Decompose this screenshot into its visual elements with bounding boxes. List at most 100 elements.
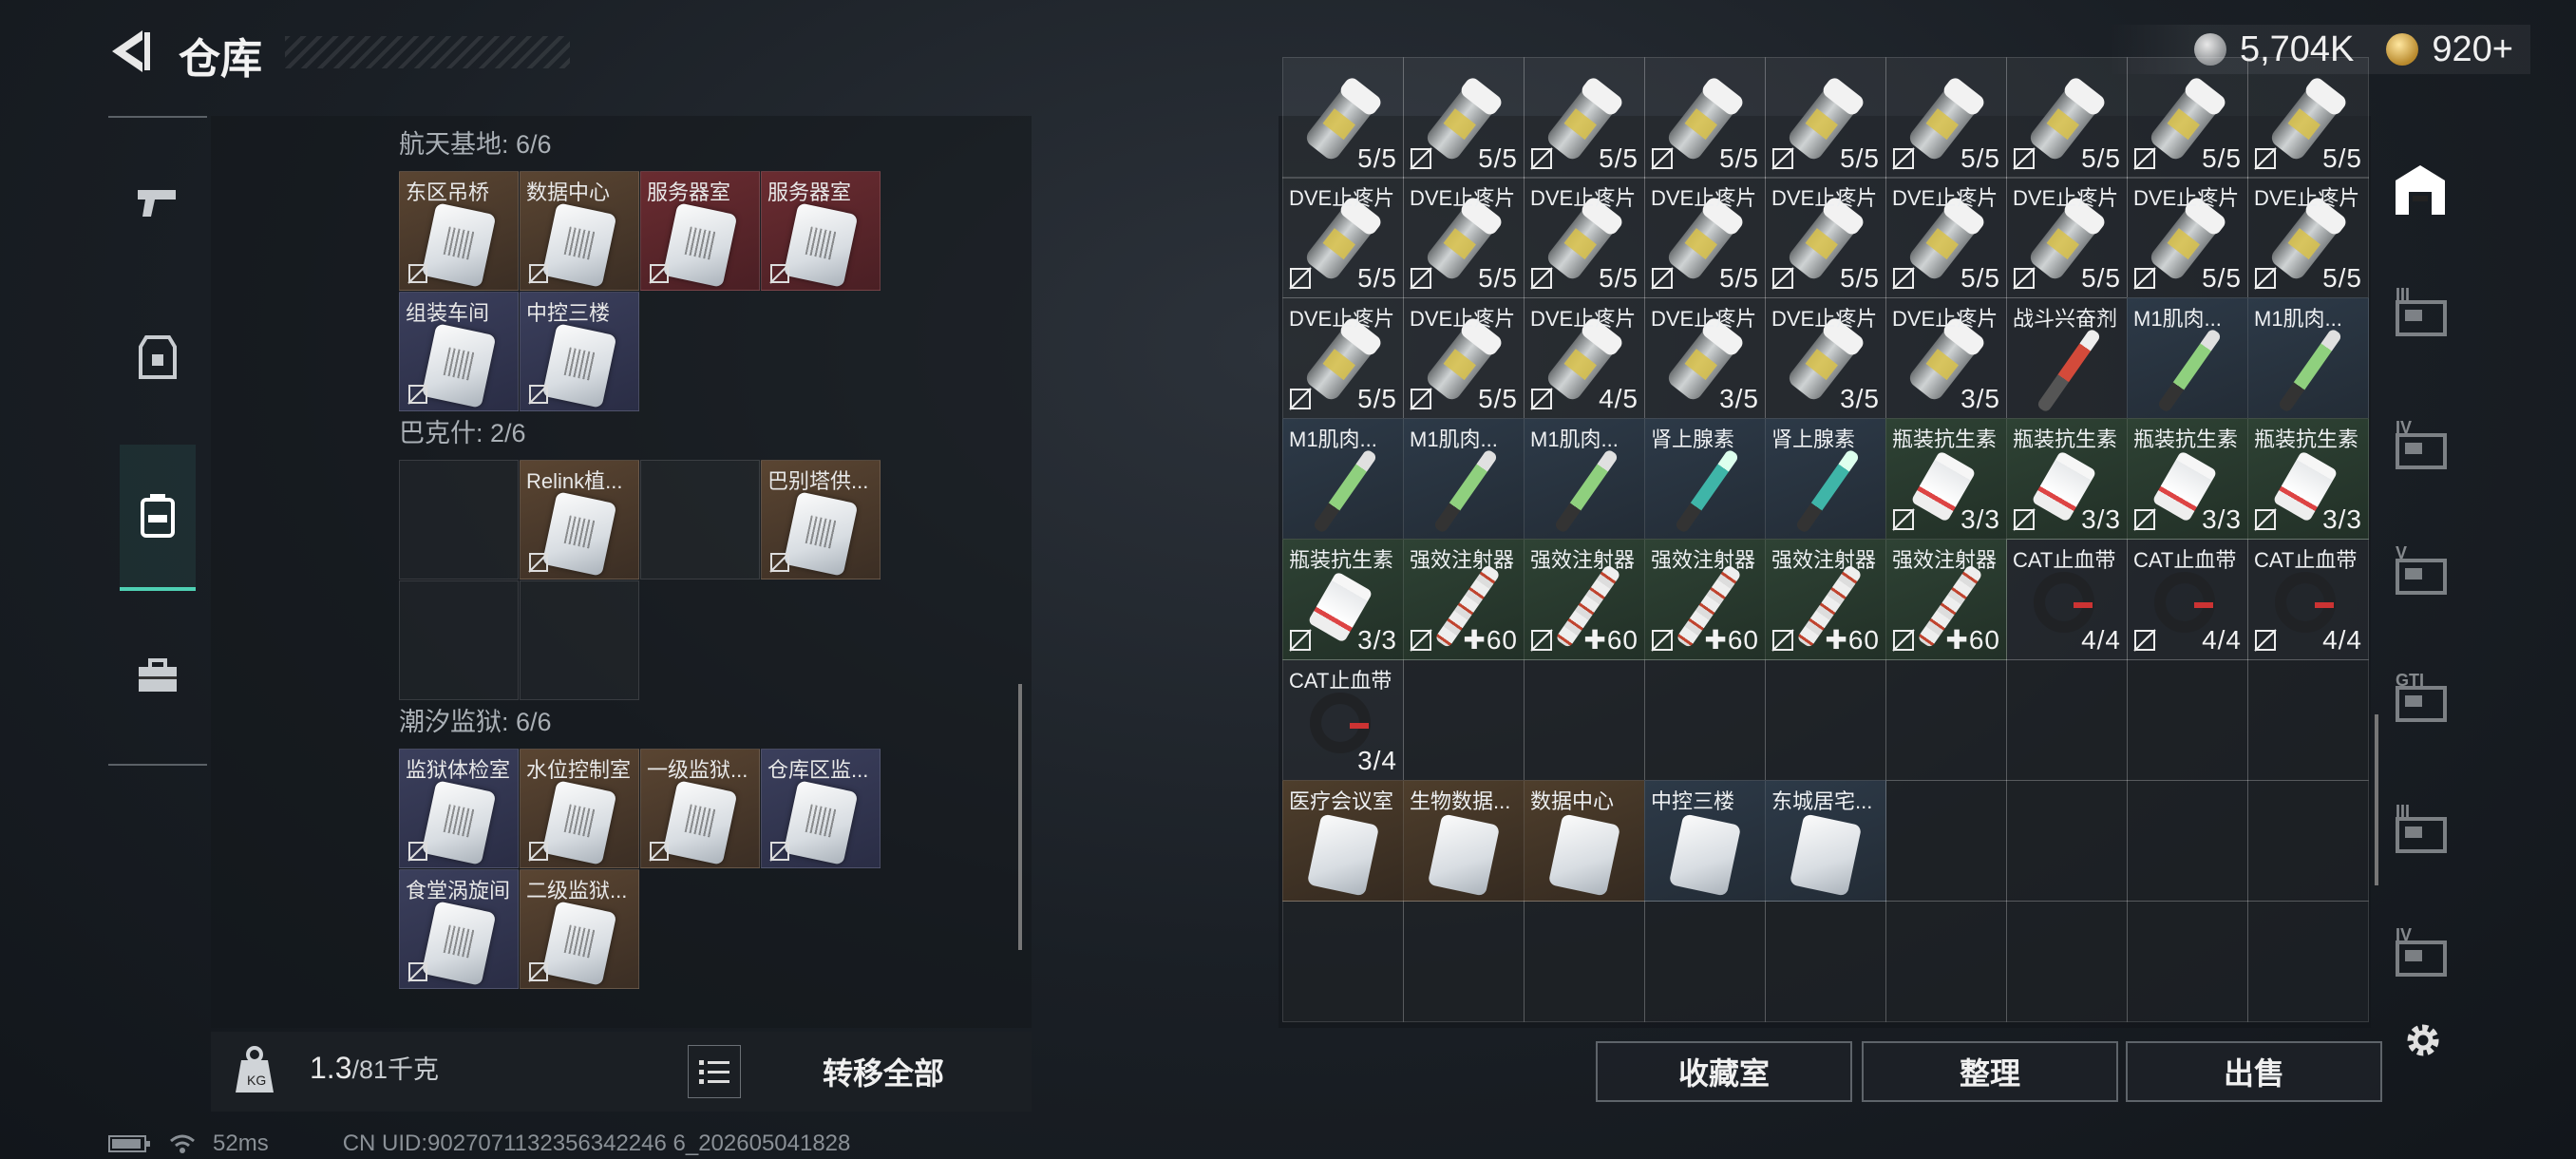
empty-slot[interactable] <box>1765 901 1886 1022</box>
left-scrollbar[interactable] <box>1018 684 1022 950</box>
inventory-item[interactable]: DVE止疼片 5/5 <box>1765 177 1886 298</box>
inventory-item[interactable]: DVE止疼片 5/5 <box>1644 177 1766 298</box>
right-scrollbar[interactable] <box>2375 714 2378 885</box>
empty-slot[interactable] <box>2127 780 2248 902</box>
empty-slot[interactable] <box>2006 659 2128 781</box>
empty-slot[interactable] <box>1644 901 1766 1022</box>
inventory-item[interactable]: 肾上腺素 <box>1644 418 1766 540</box>
inventory-item[interactable]: 东城居宅... <box>1765 780 1886 902</box>
armor-tab[interactable] <box>120 319 196 395</box>
collection-room-button[interactable]: 收藏室 <box>1596 1041 1852 1102</box>
inventory-item[interactable]: 5/5 <box>2127 57 2248 179</box>
inventory-item[interactable]: DVE止疼片 3/5 <box>1765 297 1886 419</box>
key-card-item[interactable]: 水位控制室 <box>520 749 639 868</box>
key-card-item[interactable]: 数据中心 <box>520 171 639 291</box>
empty-slot[interactable] <box>1403 901 1525 1022</box>
empty-slot[interactable] <box>2127 901 2248 1022</box>
inventory-item[interactable]: M1肌肉... <box>1524 418 1645 540</box>
inventory-item[interactable]: DVE止疼片 5/5 <box>1403 297 1525 419</box>
inventory-item[interactable]: 强效注射器 ✚60 <box>1885 539 2007 660</box>
inventory-item[interactable]: 数据中心 <box>1524 780 1645 902</box>
inventory-item[interactable]: 强效注射器 ✚60 <box>1644 539 1766 660</box>
storage-tier-icon[interactable]: IV <box>2392 418 2451 477</box>
key-card-item[interactable]: 中控三楼 <box>520 292 639 411</box>
empty-slot[interactable] <box>1765 659 1886 781</box>
move-all-button[interactable]: 转移全部 <box>760 1041 1007 1102</box>
empty-slot[interactable] <box>1885 901 2007 1022</box>
empty-slot[interactable] <box>2006 780 2128 902</box>
inventory-item[interactable]: 5/5 <box>1524 57 1645 179</box>
empty-slot[interactable] <box>2127 659 2248 781</box>
inventory-item[interactable]: M1肌肉... <box>2247 297 2369 419</box>
inventory-item[interactable]: DVE止疼片 5/5 <box>1403 177 1525 298</box>
key-card-item[interactable]: 监狱体检室 <box>399 749 519 868</box>
empty-slot[interactable] <box>640 460 760 580</box>
back-arrow-icon[interactable] <box>106 27 156 76</box>
empty-slot[interactable] <box>399 460 519 580</box>
empty-slot[interactable] <box>2247 901 2369 1022</box>
weapon-tab[interactable] <box>120 165 196 241</box>
inventory-item[interactable]: DVE止疼片 5/5 <box>1282 297 1404 419</box>
empty-slot[interactable] <box>399 580 519 700</box>
key-card-item[interactable]: Relink植... <box>520 460 639 580</box>
inventory-item[interactable]: 5/5 <box>1644 57 1766 179</box>
empty-slot[interactable] <box>2006 901 2128 1022</box>
inventory-item[interactable]: DVE止疼片 3/5 <box>1644 297 1766 419</box>
empty-slot[interactable] <box>1644 659 1766 781</box>
inventory-item[interactable]: M1肌肉... <box>1282 418 1404 540</box>
inventory-item[interactable]: 瓶装抗生素 3/3 <box>1282 539 1404 660</box>
storage-tier-icon[interactable]: V <box>2392 543 2451 602</box>
list-icon[interactable] <box>688 1045 741 1098</box>
empty-slot[interactable] <box>1524 901 1645 1022</box>
key-card-item[interactable]: 一级监狱... <box>640 749 760 868</box>
case-tab[interactable] <box>120 638 196 714</box>
key-card-item[interactable]: 仓库区监... <box>761 749 881 868</box>
inventory-item[interactable]: 5/5 <box>1282 57 1404 179</box>
sort-button[interactable]: 整理 <box>1862 1041 2118 1102</box>
inventory-item[interactable]: 肾上腺素 <box>1765 418 1886 540</box>
inventory-item[interactable]: 5/5 <box>2247 57 2369 179</box>
inventory-item[interactable]: 5/5 <box>1403 57 1525 179</box>
empty-slot[interactable] <box>1282 901 1404 1022</box>
inventory-item[interactable]: 中控三楼 <box>1644 780 1766 902</box>
storage-tier-icon[interactable]: III <box>2392 802 2451 861</box>
inventory-item[interactable]: 强效注射器 ✚60 <box>1524 539 1645 660</box>
inventory-item[interactable]: 战斗兴奋剂 <box>2006 297 2128 419</box>
inventory-item[interactable]: DVE止疼片 4/5 <box>1524 297 1645 419</box>
inventory-item[interactable]: DVE止疼片 5/5 <box>2006 177 2128 298</box>
inventory-item[interactable]: 强效注射器 ✚60 <box>1403 539 1525 660</box>
key-card-item[interactable]: 组装车间 <box>399 292 519 411</box>
inventory-item[interactable]: DVE止疼片 5/5 <box>1524 177 1645 298</box>
inventory-item[interactable]: 瓶装抗生素 3/3 <box>2127 418 2248 540</box>
inventory-item[interactable]: M1肌肉... <box>1403 418 1525 540</box>
inventory-item[interactable]: 瓶装抗生素 3/3 <box>2247 418 2369 540</box>
storage-tier-icon[interactable]: III <box>2392 285 2451 344</box>
inventory-item[interactable]: 5/5 <box>2006 57 2128 179</box>
inventory-item[interactable]: CAT止血带 4/4 <box>2247 539 2369 660</box>
warehouse-home-icon[interactable] <box>2390 160 2451 220</box>
empty-slot[interactable] <box>520 580 639 700</box>
empty-slot[interactable] <box>1524 659 1645 781</box>
sell-button[interactable]: 出售 <box>2126 1041 2382 1102</box>
inventory-item[interactable]: DVE止疼片 5/5 <box>1282 177 1404 298</box>
key-card-item[interactable]: 巴别塔供... <box>761 460 881 580</box>
inventory-item[interactable]: DVE止疼片 3/5 <box>1885 297 2007 419</box>
inventory-item[interactable]: DVE止疼片 5/5 <box>1885 177 2007 298</box>
empty-slot[interactable] <box>2247 659 2369 781</box>
inventory-item[interactable]: 瓶装抗生素 3/3 <box>1885 418 2007 540</box>
key-card-item[interactable]: 二级监狱... <box>520 869 639 989</box>
inventory-item[interactable]: DVE止疼片 5/5 <box>2127 177 2248 298</box>
empty-slot[interactable] <box>1403 659 1525 781</box>
key-card-item[interactable]: 食堂涡旋间 <box>399 869 519 989</box>
inventory-item[interactable]: DVE止疼片 5/5 <box>2247 177 2369 298</box>
empty-slot[interactable] <box>2247 780 2369 902</box>
key-card-item[interactable]: 服务器室 <box>640 171 760 291</box>
storage-tier-icon[interactable]: GTI <box>2392 671 2451 730</box>
gear-icon[interactable] <box>2401 1018 2445 1062</box>
inventory-item[interactable]: 生物数据... <box>1403 780 1525 902</box>
inventory-item[interactable]: CAT止血带 4/4 <box>2127 539 2248 660</box>
empty-slot[interactable] <box>1885 659 2007 781</box>
key-card-item[interactable]: 服务器室 <box>761 171 881 291</box>
inventory-item[interactable]: M1肌肉... <box>2127 297 2248 419</box>
inventory-item[interactable]: 5/5 <box>1765 57 1886 179</box>
